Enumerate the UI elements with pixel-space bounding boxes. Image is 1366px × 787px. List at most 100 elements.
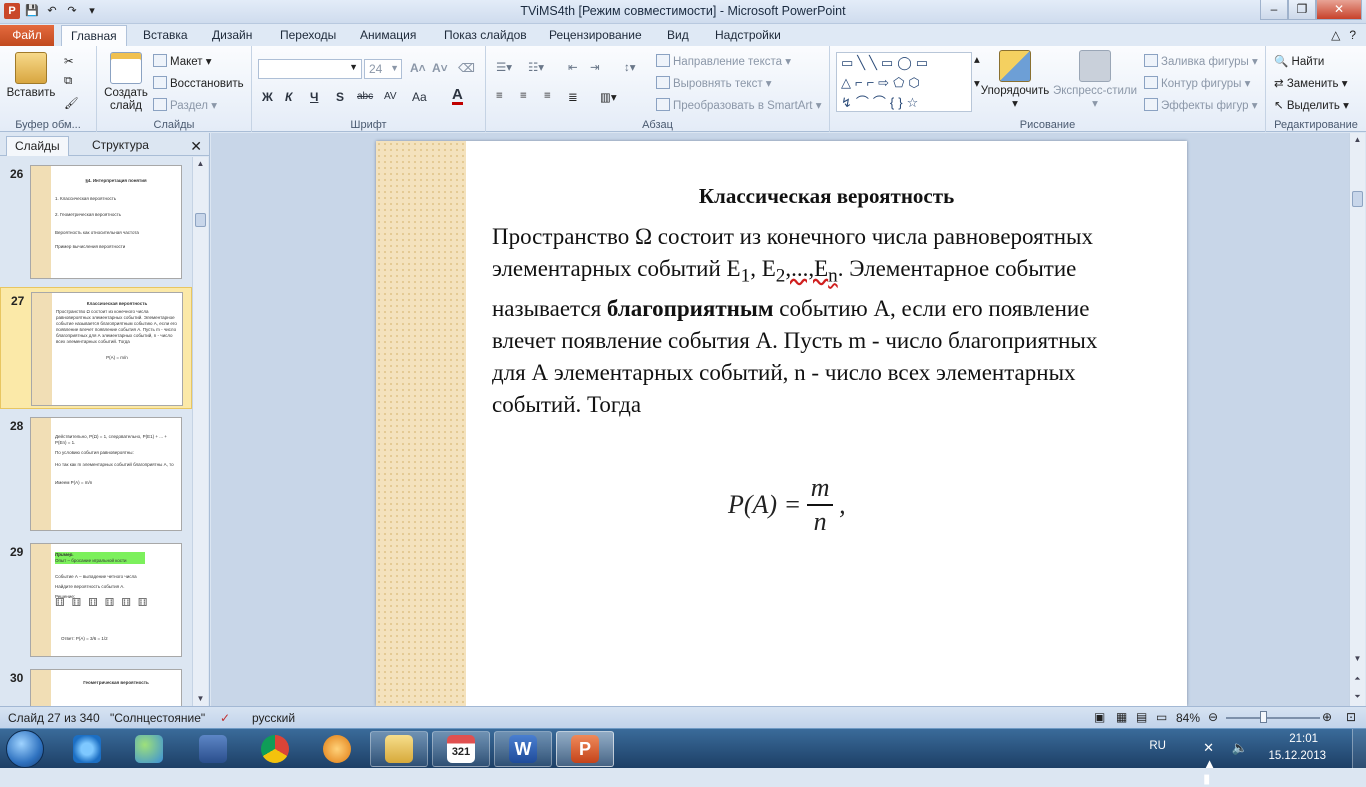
thumbnail-row[interactable]: 28 Действительно, P(Ω) = 1, следовательн… [0, 413, 192, 535]
align-center-icon[interactable]: ≡ [520, 90, 527, 102]
thumbnail-row-selected[interactable]: 27 Классическая вероятность Пространство… [0, 287, 192, 409]
taskbar-ie[interactable] [58, 731, 116, 767]
thumbnail-row[interactable]: 30 Геометрическая вероятность [0, 665, 192, 706]
decrease-indent-icon[interactable]: ⇤ [568, 60, 578, 74]
tab-home[interactable]: Главная [61, 25, 127, 47]
normal-view-icon[interactable]: ▣ [1094, 710, 1105, 724]
find-button[interactable]: 🔍 Найти [1274, 54, 1324, 68]
grow-font-icon[interactable]: A˄ [410, 61, 426, 75]
convert-smartart-button[interactable]: Преобразовать в SmartArt ▾ [656, 98, 821, 112]
close-button[interactable]: ✕ [1316, 0, 1362, 20]
arrange-button[interactable]: Упорядочить ▾ [978, 50, 1052, 111]
new-slide-button[interactable]: Создать слайд [101, 52, 151, 113]
minimize-ribbon-icon[interactable]: △ [1331, 28, 1340, 42]
shape-effects-button[interactable]: Эффекты фигур ▾ [1144, 98, 1258, 112]
slide-thumbnail[interactable]: §4. Интерпретация понятия 1. Классическа… [30, 165, 182, 279]
taskbar-explorer[interactable] [370, 731, 428, 767]
font-size-combo[interactable]: 24 ▼ [364, 59, 402, 79]
underline-button[interactable]: Ч [310, 90, 318, 104]
taskbar-media-player[interactable] [308, 731, 366, 767]
tab-insert[interactable]: Вставка [143, 28, 188, 42]
text-direction-button[interactable]: Направление текста ▾ [656, 54, 791, 68]
tab-review[interactable]: Рецензирование [549, 28, 642, 42]
fit-to-window-icon[interactable]: ⊡ [1346, 710, 1356, 724]
reading-view-icon[interactable]: ▤ [1136, 710, 1147, 724]
align-left-icon[interactable]: ≡ [496, 90, 503, 102]
italic-button[interactable]: К [285, 90, 292, 104]
slide-sorter-icon[interactable]: ▦ [1116, 710, 1127, 724]
probability-formula[interactable]: P(A) = m n , [728, 475, 846, 535]
scroll-down-icon[interactable]: ▼ [1350, 652, 1365, 666]
close-panel-icon[interactable]: ✕ [190, 138, 202, 155]
slide-thumbnail[interactable]: Пример. Опыт – бросание игральной кости … [30, 543, 182, 657]
slide-canvas[interactable]: Классическая вероятность Пространство Ω … [376, 141, 1187, 706]
replace-button[interactable]: ⇄ Заменить ▾ [1274, 76, 1348, 90]
help-icon[interactable]: ? [1349, 28, 1356, 42]
slide-thumbnail[interactable]: Геометрическая вероятность [30, 669, 182, 706]
scroll-up-icon[interactable]: ▲ [193, 157, 208, 171]
slide-thumbnail[interactable]: Классическая вероятность Пространство Ω … [31, 292, 183, 406]
next-slide-icon[interactable]: ⏷ [1350, 690, 1365, 704]
align-right-icon[interactable]: ≡ [544, 90, 551, 102]
character-spacing-button[interactable]: AV [384, 91, 397, 102]
tab-view[interactable]: Вид [667, 28, 689, 42]
clock-time[interactable]: 21:01 [1289, 733, 1318, 745]
editor-scrollbar[interactable]: ▲ ▼ ⏶ ⏷ [1349, 133, 1365, 706]
shadow-button[interactable]: S [336, 90, 344, 104]
cut-icon[interactable]: ✂ [64, 54, 74, 68]
tab-transitions[interactable]: Переходы [280, 28, 336, 42]
shapes-gallery[interactable]: ▭╲╲▭◯▭ △⌐⌐⇨⬠⬡ ↯⌒⌒{}☆ [836, 52, 972, 112]
select-button[interactable]: ↖ Выделить ▾ [1274, 98, 1349, 112]
quick-styles-button[interactable]: Экспресс-стили ▾ [1052, 50, 1138, 111]
zoom-slider-thumb[interactable] [1260, 711, 1267, 723]
tab-file[interactable]: Файл [0, 25, 54, 46]
shape-fill-button[interactable]: Заливка фигуры ▾ [1144, 54, 1258, 68]
font-color-button[interactable]: A [452, 87, 463, 105]
scroll-thumb[interactable] [1352, 191, 1363, 207]
thumbnail-row[interactable]: 26 §4. Интерпретация понятия 1. Классиче… [0, 161, 192, 283]
tab-slideshow[interactable]: Показ слайдов [444, 28, 527, 42]
spellcheck-icon[interactable]: ✓ [220, 711, 230, 725]
tab-animations[interactable]: Анимация [360, 28, 416, 42]
reset-button[interactable]: Восстановить [153, 76, 244, 90]
tray-icons[interactable]: ✕ ▲ ▮ [1203, 740, 1216, 787]
previous-slide-icon[interactable]: ⏶ [1350, 672, 1365, 686]
show-desktop-button[interactable] [1352, 729, 1366, 769]
taskbar-toolbox[interactable] [184, 731, 242, 767]
input-language[interactable]: RU [1149, 740, 1166, 752]
taskbar-powerpoint[interactable]: P [556, 731, 614, 767]
increase-indent-icon[interactable]: ⇥ [590, 60, 600, 74]
align-text-button[interactable]: Выровнять текст ▾ [656, 76, 772, 90]
zoom-out-icon[interactable]: ⊖ [1208, 710, 1218, 724]
minimize-button[interactable]: – [1260, 0, 1288, 20]
language-status[interactable]: русский [252, 711, 295, 725]
clear-formatting-icon[interactable]: ⌫ [458, 61, 475, 75]
taskbar-messenger[interactable] [120, 731, 178, 767]
columns-icon[interactable]: ▥▾ [600, 90, 617, 104]
taskbar-chrome[interactable] [246, 731, 304, 767]
zoom-in-icon[interactable]: ⊕ [1322, 710, 1332, 724]
zoom-level[interactable]: 84% [1176, 711, 1200, 725]
section-button[interactable]: Раздел ▾ [153, 98, 217, 112]
paste-button[interactable]: Вставить [4, 52, 58, 100]
tab-outline[interactable]: Структура [84, 136, 157, 156]
scroll-thumb[interactable] [195, 213, 206, 227]
bold-button[interactable]: Ж [262, 90, 273, 104]
scroll-down-icon[interactable]: ▼ [193, 692, 208, 706]
slide-title[interactable]: Классическая вероятность [466, 184, 1187, 209]
line-spacing-icon[interactable]: ↕▾ [624, 60, 636, 74]
shrink-font-icon[interactable]: A˅ [432, 61, 448, 75]
tab-slides[interactable]: Слайды [6, 136, 69, 156]
slideshow-view-icon[interactable]: ▭ [1156, 710, 1167, 724]
scroll-up-icon[interactable]: ▲ [1350, 133, 1365, 147]
thumbnail-row[interactable]: 29 Пример. Опыт – бросание игральной кос… [0, 539, 192, 661]
shape-outline-button[interactable]: Контур фигуры ▾ [1144, 76, 1250, 90]
copy-icon[interactable]: ⧉ [64, 75, 72, 88]
start-button[interactable] [6, 730, 44, 768]
tab-design[interactable]: Дизайн [212, 28, 252, 42]
slide-body-text[interactable]: Пространство Ω состоит из конечного числ… [492, 221, 1132, 421]
clock-date[interactable]: 15.12.2013 [1268, 750, 1326, 762]
volume-icon[interactable]: 🔈 [1232, 740, 1248, 756]
change-case-button[interactable]: Aa [412, 90, 427, 104]
strikethrough-button[interactable]: abc [357, 91, 373, 102]
